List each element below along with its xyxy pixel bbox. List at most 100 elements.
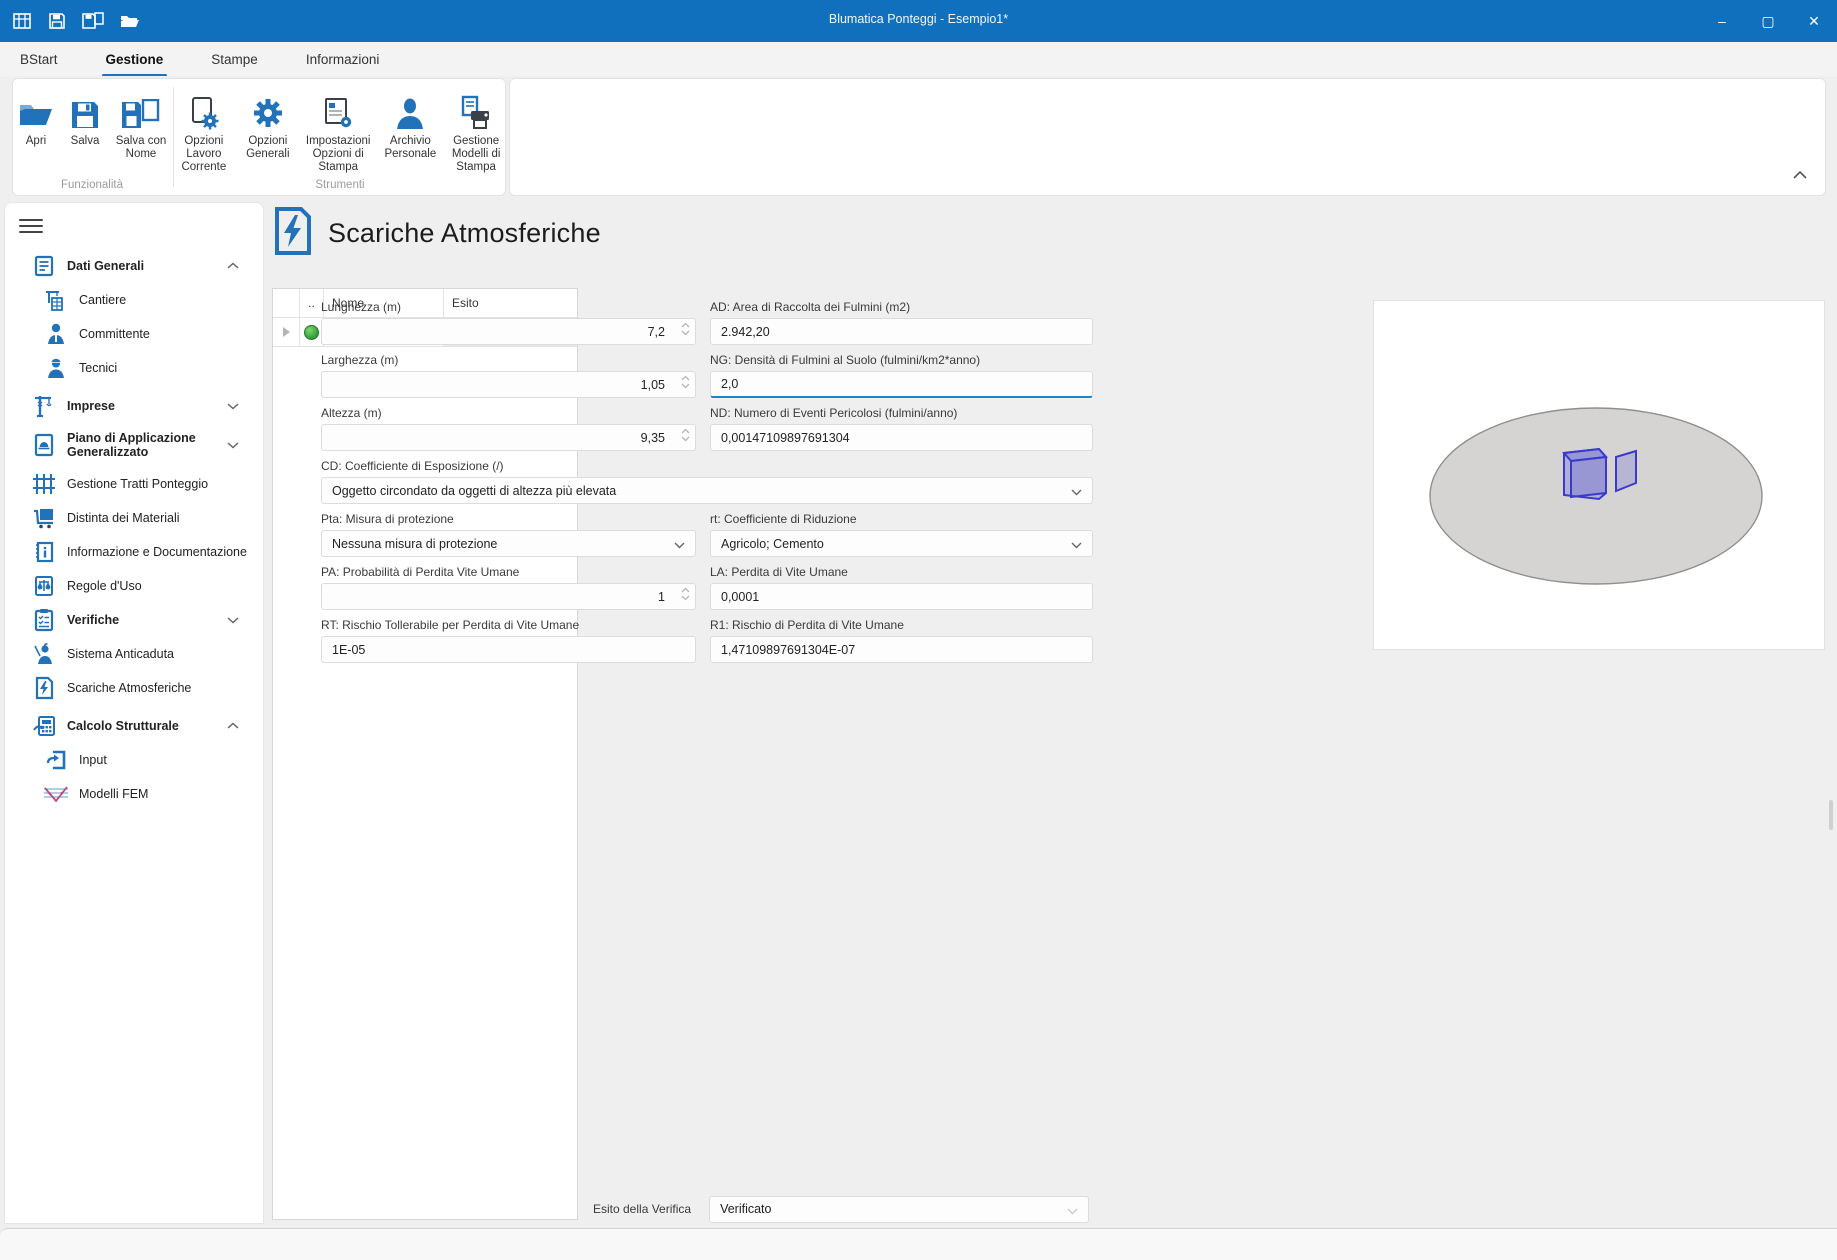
status-bar [0, 1228, 1837, 1260]
ribbon-group-label: Funzionalità [13, 179, 171, 191]
opzioni-generali-button[interactable]: Opzioni Generali [240, 87, 296, 177]
la-input[interactable]: 0,0001 [710, 583, 1093, 610]
spinner-control[interactable] [681, 587, 690, 601]
impostazioni-opzioni-stampa-button[interactable]: Impostazioni Opzioni di Stampa [302, 87, 375, 177]
person-helmet-icon [43, 356, 69, 380]
salva-con-nome-button[interactable]: Salva con Nome [111, 87, 171, 163]
sidebar-item-sistema-anticaduta[interactable]: Sistema Anticaduta [5, 637, 263, 671]
crane-icon [31, 394, 57, 418]
opzioni-lavoro-corrente-button[interactable]: Opzioni Lavoro Corrente [174, 87, 234, 177]
ribbon-group-label: Strumenti [174, 179, 506, 191]
sidebar-item-dati-generali[interactable]: Dati Generali [5, 249, 263, 283]
spinner-control[interactable] [681, 428, 690, 442]
page-title: Scariche Atmosferiche [328, 218, 601, 249]
r1-input[interactable]: 1,47109897691304E-07 [710, 636, 1093, 663]
close-button[interactable]: ✕ [1791, 0, 1837, 42]
ad-input[interactable]: 2.942,20 [710, 318, 1093, 345]
apri-button[interactable]: Apri [13, 87, 59, 163]
tab-bstart[interactable]: BStart [18, 46, 60, 73]
lightning-document-icon [31, 676, 57, 700]
rt-rischio-input[interactable]: 1E-05 [321, 636, 696, 663]
nd-input[interactable]: 0,00147109897691304 [710, 424, 1093, 451]
ribbon-card-main: Apri Salva Salva con Nome Funzionalità O… [12, 78, 506, 196]
sidebar-item-imprese[interactable]: Imprese [5, 389, 263, 423]
ribbon-card-empty [509, 78, 1826, 196]
scrollbar-thumb[interactable] [1829, 800, 1833, 830]
rt-rischio-label: RT: Rischio Tollerabile per Perdita di V… [321, 618, 579, 632]
cd-label: CD: Coefficiente di Esposizione (/) [321, 459, 504, 473]
window-controls: – ▢ ✕ [1699, 0, 1837, 42]
lightning-document-icon [272, 206, 314, 261]
document-helmet-icon [31, 433, 57, 457]
row-expander-icon[interactable] [273, 318, 299, 346]
sidebar-nav: Dati Generali Cantiere Committente Tecni… [5, 249, 263, 811]
archivio-personale-button[interactable]: Archivio Personale [380, 87, 440, 177]
spinner-control[interactable] [681, 375, 690, 389]
page-header: Scariche Atmosferiche [272, 206, 601, 261]
chevron-down-icon [227, 397, 239, 415]
ad-label: AD: Area di Raccolta dei Fulmini (m2) [710, 300, 910, 314]
sidebar-item-cantiere[interactable]: Cantiere [5, 283, 263, 317]
content-area: Dati Generali Cantiere Committente Tecni… [0, 200, 1837, 1228]
worker-harness-icon [31, 642, 57, 666]
sidebar-item-calcolo-strutturale[interactable]: Calcolo Strutturale [5, 709, 263, 743]
sidebar-item-committente[interactable]: Committente [5, 317, 263, 351]
scales-icon [31, 574, 57, 598]
maximize-button[interactable]: ▢ [1745, 0, 1791, 42]
chevron-down-icon [1067, 1204, 1078, 1218]
ng-label: NG: Densità di Fulmini al Suolo (fulmini… [710, 353, 980, 367]
sidebar-item-scariche-atmosferiche[interactable]: Scariche Atmosferiche [5, 671, 263, 705]
ribbon: Apri Salva Salva con Nome Funzionalità O… [0, 76, 1837, 200]
pta-dropdown[interactable]: Nessuna misura di protezione [321, 530, 696, 557]
sidebar-item-gestione-tratti[interactable]: Gestione Tratti Ponteggio [5, 467, 263, 501]
r1-label: R1: Rischio di Perdita di Vite Umane [710, 618, 904, 632]
tab-stampe[interactable]: Stampe [209, 46, 260, 73]
sidebar-item-distinta-materiali[interactable]: Distinta dei Materiali [5, 501, 263, 535]
person-icon [393, 89, 427, 131]
sidebar-item-verifiche[interactable]: Verifiche [5, 603, 263, 637]
sidebar-item-regole-duso[interactable]: Regole d'Uso [5, 569, 263, 603]
collapse-ribbon-button[interactable] [1793, 167, 1807, 185]
spinner-control[interactable] [681, 322, 690, 336]
hamburger-menu-icon[interactable] [19, 215, 43, 235]
tab-gestione[interactable]: Gestione [104, 46, 166, 73]
crane-site-icon [43, 288, 69, 312]
table-header-esito[interactable]: Esito [443, 289, 577, 317]
save-as-icon [120, 89, 162, 131]
table-header-status: .. [299, 289, 323, 317]
lunghezza-input[interactable]: 7,2 [321, 318, 696, 345]
larghezza-input[interactable]: 1,05 [321, 371, 696, 398]
sidebar-item-input[interactable]: Input [5, 743, 263, 777]
salva-button[interactable]: Salva [65, 87, 105, 163]
esito-verifica-label: Esito della Verifica [593, 1202, 691, 1216]
pa-input[interactable]: 1 [321, 583, 696, 610]
lunghezza-label: Lunghezza (m) [321, 300, 401, 314]
arrow-import-icon [43, 748, 69, 772]
cd-dropdown[interactable]: Oggetto circondato da oggetti di altezza… [321, 477, 1093, 504]
gestione-modelli-stampa-button[interactable]: Gestione Modelli di Stampa [446, 87, 506, 177]
sidebar-item-modelli-fem[interactable]: Modelli FEM [5, 777, 263, 811]
tab-informazioni[interactable]: Informazioni [304, 46, 382, 73]
sidebar-item-tecnici[interactable]: Tecnici [5, 351, 263, 385]
rt-coeff-dropdown[interactable]: Agricolo; Cemento [710, 530, 1093, 557]
clipboard-check-icon [31, 608, 57, 632]
ng-input[interactable]: 2,0 [710, 371, 1093, 398]
cart-icon [31, 506, 57, 530]
pta-label: Pta: Misura di protezione [321, 512, 454, 526]
window-title: Blumatica Ponteggi - Esempio1* [0, 12, 1837, 26]
printer-icon [457, 89, 495, 131]
la-label: LA: Perdita di Vite Umane [710, 565, 848, 579]
nd-label: ND: Numero di Eventi Pericolosi (fulmini… [710, 406, 957, 420]
collection-area-3d-view[interactable] [1373, 300, 1825, 650]
fem-curve-icon [43, 782, 69, 806]
esito-verifica-dropdown[interactable]: Verificato [709, 1196, 1089, 1223]
calculator-icon [31, 714, 57, 738]
chevron-up-icon [227, 257, 239, 275]
sidebar: Dati Generali Cantiere Committente Tecni… [4, 202, 264, 1224]
altezza-input[interactable]: 9,35 [321, 424, 696, 451]
minimize-button[interactable]: – [1699, 0, 1745, 42]
sidebar-item-informazione-documentazione[interactable]: Informazione e Documentazione [5, 535, 263, 569]
document-gear-icon [186, 89, 222, 131]
title-bar: Blumatica Ponteggi - Esempio1* – ▢ ✕ [0, 0, 1837, 42]
sidebar-item-piano-applicazione[interactable]: Piano di Applicazione Generalizzato [5, 423, 263, 467]
